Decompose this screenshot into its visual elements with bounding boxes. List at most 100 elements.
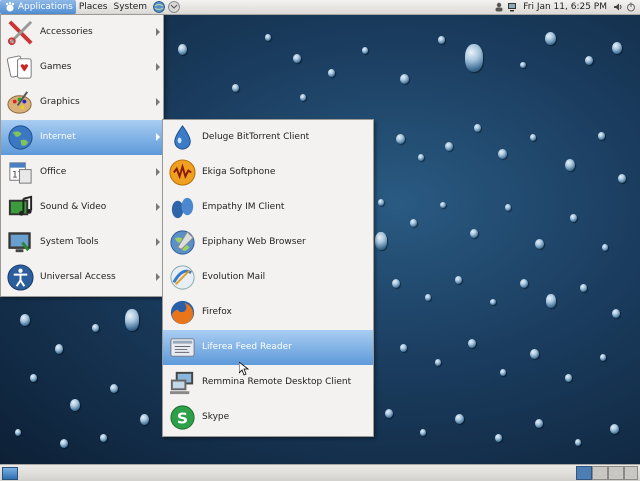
internet-submenu: Deluge BitTorrent Client Ekiga Softphone… [162, 119, 374, 437]
raindrop [385, 409, 393, 418]
menu-item-deluge[interactable]: Deluge BitTorrent Client [163, 120, 373, 155]
menu-item-internet[interactable]: Internet [1, 120, 163, 155]
gnome-foot-icon [5, 1, 15, 11]
menu-item-graphics[interactable]: Graphics [1, 85, 163, 120]
chevron-right-icon [156, 133, 160, 141]
chevron-right-icon [156, 168, 160, 176]
menu-item-office[interactable]: 17 Office [1, 155, 163, 190]
raindrop [435, 359, 441, 366]
raindrop [455, 414, 464, 424]
network-icon[interactable] [507, 2, 517, 12]
power-icon[interactable] [626, 2, 636, 12]
raindrop [55, 344, 63, 354]
raindrop [378, 199, 384, 206]
mouse-pointer-icon [239, 362, 249, 376]
system-tray: Fri Jan 11, 6:25 PM [494, 0, 640, 14]
raindrop [545, 32, 556, 45]
raindrop [70, 399, 80, 411]
skype-icon: S [170, 405, 195, 430]
volume-icon[interactable] [613, 2, 623, 12]
menu-item-ekiga[interactable]: Ekiga Softphone [163, 155, 373, 190]
raindrop [495, 434, 502, 442]
menu-item-firefox[interactable]: Firefox [163, 295, 373, 330]
menu-item-universal-access[interactable]: Universal Access [1, 260, 163, 295]
chevron-right-icon [156, 28, 160, 36]
menu-item-skype[interactable]: S Skype [163, 400, 373, 435]
raindrop [530, 134, 536, 141]
raindrop [602, 244, 608, 251]
chevron-right-icon [156, 238, 160, 246]
raindrop [565, 374, 572, 382]
evolution-icon [170, 265, 195, 290]
raindrop [425, 294, 431, 301]
chevron-right-icon [156, 273, 160, 281]
raindrop [610, 424, 619, 434]
raindrop [20, 314, 30, 326]
workspace-1[interactable] [576, 466, 592, 480]
workspace-3[interactable] [608, 466, 624, 480]
raindrop [362, 47, 368, 54]
raindrop [328, 69, 335, 77]
menu-item-liferea[interactable]: Liferea Feed Reader [163, 330, 373, 365]
raindrop [440, 202, 446, 208]
menu-item-remmina[interactable]: Remmina Remote Desktop Client [163, 365, 373, 400]
raindrop [410, 219, 417, 227]
applications-menu-button[interactable]: Applications [0, 0, 76, 14]
raindrop [490, 299, 496, 305]
menu-item-games[interactable]: Games [1, 50, 163, 85]
menu-item-epiphany[interactable]: Epiphany Web Browser [163, 225, 373, 260]
raindrop [570, 214, 577, 222]
raindrop [300, 94, 306, 101]
games-icon [6, 55, 32, 79]
raindrop [140, 414, 149, 425]
deluge-icon [174, 125, 191, 150]
raindrop [612, 309, 620, 318]
menu-item-sound-video[interactable]: Sound & Video [1, 190, 163, 225]
raindrop [438, 36, 445, 44]
menu-item-evolution[interactable]: Evolution Mail [163, 260, 373, 295]
accessories-icon [7, 20, 33, 46]
raindrop [468, 339, 476, 348]
raindrop [420, 429, 426, 436]
menu-item-empathy[interactable]: Empathy IM Client [163, 190, 373, 225]
raindrop [125, 309, 139, 331]
office-icon: 17 [9, 162, 32, 184]
raindrop [110, 384, 118, 393]
mail-launcher-icon[interactable] [168, 1, 181, 13]
menu-item-accessories[interactable]: Accessories [1, 15, 163, 50]
raindrop [293, 54, 301, 63]
workspace-4[interactable] [624, 466, 638, 480]
user-switcher-icon[interactable] [494, 2, 504, 12]
clock[interactable]: Fri Jan 11, 6:25 PM [523, 2, 607, 12]
raindrop [520, 62, 526, 68]
raindrop [505, 204, 511, 211]
workspace-2[interactable] [592, 466, 608, 480]
raindrop [455, 276, 462, 284]
places-menu-button[interactable]: Places [76, 0, 111, 14]
web-browser-launcher-icon[interactable] [153, 1, 166, 13]
svg-text:S: S [177, 409, 188, 427]
menu-item-system-tools[interactable]: System Tools [1, 225, 163, 260]
ekiga-icon [169, 159, 196, 186]
raindrop [520, 279, 528, 288]
raindrop [565, 159, 575, 171]
show-desktop-button[interactable] [2, 467, 18, 480]
raindrop [600, 354, 606, 361]
raindrop [500, 369, 506, 376]
empathy-icon [171, 197, 194, 219]
raindrop [178, 44, 187, 55]
chevron-right-icon [156, 98, 160, 106]
raindrop [400, 74, 409, 84]
raindrop [232, 84, 239, 92]
system-menu-button[interactable]: System [110, 0, 150, 14]
raindrop [60, 439, 68, 448]
raindrop [575, 439, 581, 446]
raindrop [392, 279, 400, 288]
raindrop [445, 142, 453, 151]
firefox-icon [170, 300, 195, 325]
raindrop [100, 434, 107, 442]
chevron-right-icon [156, 203, 160, 211]
bottom-panel [0, 464, 640, 481]
raindrop [612, 42, 622, 54]
top-panel: Applications Places System Fri Jan 11, 6… [0, 0, 640, 15]
